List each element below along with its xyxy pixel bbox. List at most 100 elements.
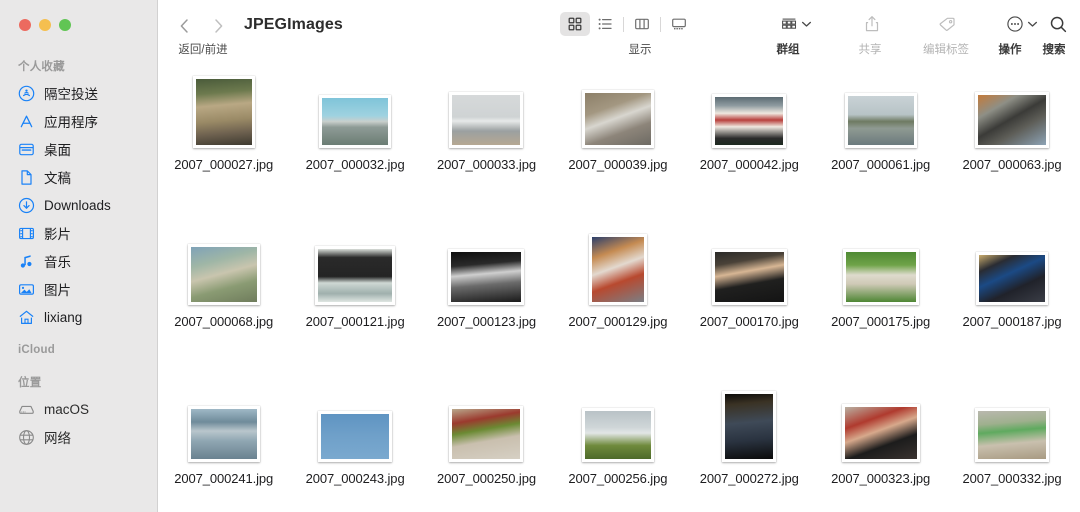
file-item[interactable]: 2007_000042.jpg bbox=[684, 70, 815, 172]
file-item[interactable]: 2007_000323.jpg bbox=[815, 384, 946, 486]
sidebar-item-label: 隔空投送 bbox=[44, 87, 98, 102]
file-item[interactable]: 2007_000272.jpg bbox=[684, 384, 815, 486]
sidebar-item-downloads[interactable]: Downloads bbox=[0, 191, 157, 219]
action-menu-button[interactable] bbox=[1006, 12, 1038, 36]
group-icon bbox=[780, 12, 798, 36]
row-spacer bbox=[158, 172, 1080, 227]
file-thumbnail[interactable] bbox=[187, 244, 260, 305]
file-thumbnail[interactable] bbox=[842, 249, 919, 305]
file-item[interactable]: 2007_000243.jpg bbox=[289, 384, 420, 486]
sidebar-item-label: 音乐 bbox=[44, 255, 71, 270]
file-thumbnail[interactable] bbox=[976, 252, 1049, 305]
sidebar-item-label: Downloads bbox=[44, 197, 111, 213]
file-item[interactable]: 2007_000121.jpg bbox=[289, 227, 420, 329]
sidebar-item-documents[interactable]: 文稿 bbox=[0, 163, 157, 191]
sidebar-item-airdrop[interactable]: 隔空投送 bbox=[0, 79, 157, 107]
file-item[interactable]: 2007_000175.jpg bbox=[815, 227, 946, 329]
folder-title: JPEGImages bbox=[244, 16, 343, 33]
file-item[interactable]: 2007_000033.jpg bbox=[421, 70, 552, 172]
sidebar-item-network[interactable]: 网络 bbox=[0, 423, 157, 451]
file-row: 2007_000027.jpg 2007_000032.jpg 2007_00003… bbox=[158, 70, 1080, 172]
airport-field-thumbnail-image bbox=[322, 98, 389, 145]
file-thumbnail[interactable] bbox=[448, 249, 525, 305]
file-thumbnail[interactable] bbox=[187, 406, 260, 462]
music-icon bbox=[18, 253, 35, 270]
file-name-label: 2007_000187.jpg bbox=[962, 314, 1062, 329]
file-item[interactable]: 2007_000061.jpg bbox=[815, 70, 946, 172]
file-thumbnail[interactable] bbox=[844, 93, 917, 148]
sidebar-item-pictures[interactable]: 图片 bbox=[0, 275, 157, 303]
thumbnail-box bbox=[192, 70, 255, 148]
sidebar-item-desktop[interactable]: 桌面 bbox=[0, 135, 157, 163]
file-thumbnail[interactable] bbox=[588, 234, 647, 305]
dual-monitors-thumbnail-image bbox=[318, 249, 393, 302]
sidebar-item-home[interactable]: lixiang bbox=[0, 303, 157, 331]
sidebar-item-music[interactable]: 音乐 bbox=[0, 247, 157, 275]
zoom-button[interactable] bbox=[59, 19, 71, 31]
skateboarder-thumbnail-image bbox=[195, 79, 252, 145]
toolbar: 返回/前进 JPEGImages 显示 群组 共享 编辑标签 操作 搜索 bbox=[158, 0, 1080, 70]
group-button[interactable] bbox=[780, 12, 812, 36]
file-item[interactable]: 2007_000068.jpg bbox=[158, 227, 289, 329]
minimize-button[interactable] bbox=[39, 19, 51, 31]
close-button[interactable] bbox=[19, 19, 31, 31]
file-thumbnail[interactable] bbox=[711, 249, 787, 305]
view-caption: 显示 bbox=[628, 44, 652, 56]
file-thumbnail[interactable] bbox=[841, 404, 920, 462]
file-item[interactable]: 2007_000032.jpg bbox=[289, 70, 420, 172]
file-item[interactable]: 2007_000123.jpg bbox=[421, 227, 552, 329]
file-name-label: 2007_000243.jpg bbox=[305, 471, 405, 486]
sidebar-item-macos[interactable]: macOS bbox=[0, 395, 157, 423]
file-thumbnail[interactable] bbox=[722, 391, 777, 462]
sidebar-item-label: lixiang bbox=[44, 309, 83, 325]
file-thumbnail[interactable] bbox=[975, 408, 1050, 462]
file-thumbnail[interactable] bbox=[712, 94, 787, 148]
home-icon bbox=[18, 309, 35, 326]
file-thumbnail[interactable] bbox=[319, 95, 392, 148]
view-mode-group[interactable] bbox=[560, 12, 694, 36]
sidebar-header-icloud: iCloud bbox=[18, 344, 55, 356]
file-thumbnail[interactable] bbox=[581, 408, 654, 462]
list-view-button[interactable] bbox=[590, 12, 620, 36]
search-icon bbox=[1044, 12, 1072, 36]
file-item[interactable]: 2007_000250.jpg bbox=[421, 384, 552, 486]
file-name-label: 2007_000175.jpg bbox=[831, 314, 931, 329]
gallery-view-button[interactable] bbox=[664, 12, 694, 36]
file-name-label: 2007_000121.jpg bbox=[305, 314, 405, 329]
file-thumbnail[interactable] bbox=[192, 76, 255, 148]
file-thumbnail[interactable] bbox=[581, 90, 654, 148]
forward-button[interactable] bbox=[206, 14, 230, 38]
file-item[interactable]: 2007_000332.jpg bbox=[946, 384, 1077, 486]
file-name-label: 2007_000033.jpg bbox=[436, 157, 536, 172]
column-view-button[interactable] bbox=[627, 12, 657, 36]
file-thumbnail[interactable] bbox=[449, 92, 524, 148]
file-thumbnail[interactable] bbox=[449, 406, 524, 462]
file-item[interactable]: 2007_000170.jpg bbox=[684, 227, 815, 329]
file-name-label: 2007_000332.jpg bbox=[962, 471, 1062, 486]
navigation-arrows bbox=[172, 14, 230, 38]
search-button[interactable] bbox=[1044, 12, 1072, 36]
back-button[interactable] bbox=[172, 14, 196, 38]
edit-tags-button[interactable] bbox=[938, 12, 956, 36]
sidebar-item-applications[interactable]: 应用程序 bbox=[0, 107, 157, 135]
file-item[interactable]: 2007_000027.jpg bbox=[158, 70, 289, 172]
file-thumbnail[interactable] bbox=[975, 92, 1050, 148]
sidebar-item-movies[interactable]: 影片 bbox=[0, 219, 157, 247]
file-name-label: 2007_000129.jpg bbox=[568, 314, 668, 329]
file-item[interactable]: 2007_000039.jpg bbox=[552, 70, 683, 172]
file-item[interactable]: 2007_000241.jpg bbox=[158, 384, 289, 486]
icon-view-button[interactable] bbox=[560, 12, 590, 36]
file-grid[interactable]: 2007_000027.jpg 2007_000032.jpg 2007_00003… bbox=[158, 70, 1080, 512]
file-item[interactable]: 2007_000129.jpg bbox=[552, 227, 683, 329]
thumbnail-box bbox=[187, 227, 260, 305]
file-item[interactable]: 2007_000063.jpg bbox=[946, 70, 1077, 172]
sidebar-item-label: macOS bbox=[44, 401, 90, 417]
toolbar-divider bbox=[660, 16, 661, 32]
sidebar-list[interactable]: 个人收藏 隔空投送 应用程序 桌面 文稿 Downloads 影片 音乐 图片 … bbox=[0, 0, 157, 451]
file-thumbnail[interactable] bbox=[318, 411, 393, 462]
sidebar-item-label: 文稿 bbox=[44, 171, 71, 186]
file-thumbnail[interactable] bbox=[315, 246, 396, 305]
share-button[interactable] bbox=[864, 12, 880, 36]
file-item[interactable]: 2007_000256.jpg bbox=[552, 384, 683, 486]
file-item[interactable]: 2007_000187.jpg bbox=[946, 227, 1077, 329]
